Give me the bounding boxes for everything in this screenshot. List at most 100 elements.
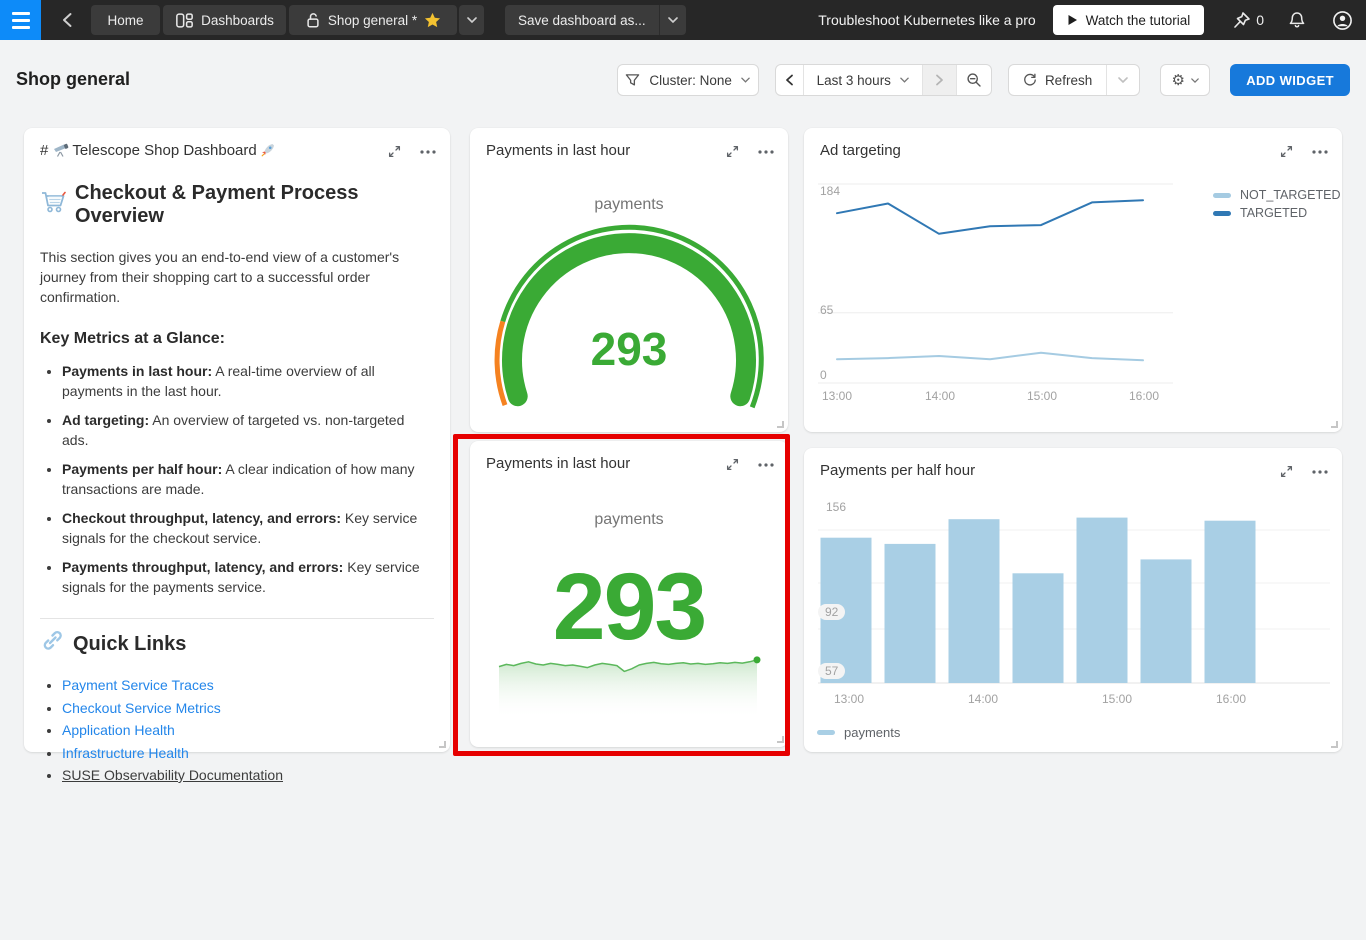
- legend-item-payments[interactable]: payments: [817, 725, 900, 740]
- link-suse-observability-docs[interactable]: SUSE Observability Documentation: [62, 767, 283, 783]
- x-axis-tick: 15:00: [1027, 389, 1057, 403]
- link-application-health[interactable]: Application Health: [62, 722, 175, 738]
- cluster-filter-button[interactable]: Cluster: None: [617, 64, 759, 96]
- legend-item-not-targeted[interactable]: NOT_TARGETED: [1213, 188, 1340, 202]
- watch-tutorial-button[interactable]: Watch the tutorial: [1053, 5, 1205, 35]
- refresh-interval-button[interactable]: [1106, 65, 1139, 95]
- gear-icon: ⚙: [1171, 73, 1184, 88]
- tab-shop-general[interactable]: Shop general *: [289, 5, 457, 35]
- resize-handle[interactable]: [439, 741, 446, 748]
- top-navbar: Home Dashboards Shop general *: [0, 0, 1366, 40]
- chevron-down-icon: [668, 17, 678, 23]
- list-item: Ad targeting: An overview of targeted vs…: [62, 410, 434, 450]
- quick-links-list: Payment Service Traces Checkout Service …: [62, 674, 434, 787]
- dashboards-icon: [175, 12, 194, 29]
- x-axis-tick: 13:00: [822, 389, 852, 403]
- pin-icon: [1232, 11, 1251, 30]
- rocket-icon: [261, 142, 275, 159]
- save-dashboard-button[interactable]: Save dashboard as...: [505, 5, 659, 35]
- arrow-left-icon: [58, 10, 78, 30]
- tab-overflow-button[interactable]: [459, 5, 484, 35]
- chevron-down-icon: [467, 17, 477, 23]
- watch-tutorial-label: Watch the tutorial: [1086, 13, 1191, 28]
- refresh-button[interactable]: Refresh: [1009, 65, 1106, 95]
- widget-title: # Telescope Shop Dashboard: [40, 142, 275, 159]
- expand-widget-button[interactable]: [385, 142, 404, 161]
- time-range-label: Last 3 hours: [817, 73, 891, 88]
- ellipsis-icon: [420, 150, 436, 154]
- resize-handle[interactable]: [777, 736, 784, 743]
- payments-sparkline-chart: [470, 441, 788, 747]
- payments-bar-chart: [804, 448, 1342, 752]
- time-back-button[interactable]: [776, 65, 803, 95]
- time-forward-button[interactable]: [922, 65, 956, 95]
- back-button[interactable]: [53, 5, 83, 35]
- cluster-filter-label: Cluster: None: [649, 73, 732, 88]
- play-icon: [1067, 14, 1078, 26]
- link-payment-service-traces[interactable]: Payment Service Traces: [62, 677, 214, 693]
- divider: [40, 618, 434, 619]
- widget-menu-button[interactable]: [418, 148, 438, 156]
- pinned-views-button[interactable]: 0: [1232, 11, 1264, 30]
- payments-per-half-hour-widget: Payments per half hour 156 92 57 13:00 1…: [804, 448, 1342, 752]
- markdown-content: Checkout & Payment Process Overview This…: [40, 172, 434, 787]
- legend-item-targeted[interactable]: TARGETED: [1213, 206, 1307, 220]
- resize-handle[interactable]: [1331, 741, 1338, 748]
- metrics-list: Payments in last hour: A real-time overv…: [62, 361, 434, 597]
- dashboard-settings-button[interactable]: ⚙: [1160, 64, 1210, 96]
- resize-handle[interactable]: [1331, 421, 1338, 428]
- legend-swatch: [1213, 193, 1231, 198]
- x-axis-tick: 16:00: [1129, 389, 1159, 403]
- payments-gauge-chart: [470, 128, 788, 432]
- save-dashboard-label: Save dashboard as...: [518, 13, 646, 28]
- x-axis-tick: 14:00: [925, 389, 955, 403]
- chevron-down-icon: [1191, 78, 1199, 83]
- list-item: Payment Service Traces: [62, 674, 434, 697]
- tab-dashboards[interactable]: Dashboards: [163, 5, 286, 35]
- x-axis-tick: 14:00: [968, 692, 998, 706]
- legend-swatch: [817, 730, 835, 735]
- pin-count: 0: [1256, 12, 1264, 28]
- ad-targeting-chart: [804, 128, 1342, 432]
- link-checkout-service-metrics[interactable]: Checkout Service Metrics: [62, 700, 221, 716]
- star-icon[interactable]: [424, 12, 441, 28]
- filter-icon: [625, 73, 640, 87]
- y-axis-tick: 92: [818, 604, 845, 620]
- time-range-control: Last 3 hours: [775, 64, 992, 96]
- zoom-out-time-button[interactable]: [956, 65, 991, 95]
- x-axis-tick: 16:00: [1216, 692, 1246, 706]
- x-axis-tick: 15:00: [1102, 692, 1132, 706]
- save-dashboard-menu-button[interactable]: [659, 5, 686, 35]
- refresh-icon: [1023, 73, 1037, 87]
- y-axis-tick: 57: [818, 663, 845, 679]
- menu-button[interactable]: [0, 0, 41, 40]
- refresh-control: Refresh: [1008, 64, 1140, 96]
- legend-swatch: [1213, 211, 1231, 216]
- add-widget-button[interactable]: ADD WIDGET: [1230, 64, 1350, 96]
- y-axis-tick: 156: [826, 500, 846, 514]
- section-heading: Checkout & Payment Process Overview: [40, 182, 434, 228]
- tab-shop-general-label: Shop general *: [328, 13, 417, 28]
- markdown-widget: # Telescope Shop Dashboard: [24, 128, 450, 752]
- tab-home[interactable]: Home: [91, 5, 160, 35]
- zoom-out-icon: [966, 72, 982, 88]
- user-menu-button[interactable]: [1332, 10, 1353, 31]
- payments-number-widget: Payments in last hour payments 293: [470, 441, 788, 747]
- resize-handle[interactable]: [777, 421, 784, 428]
- x-axis-tick: 13:00: [834, 692, 864, 706]
- notifications-button[interactable]: [1288, 11, 1306, 30]
- time-range-button[interactable]: Last 3 hours: [803, 65, 922, 95]
- avatar: [1332, 10, 1353, 31]
- dashboard-toolbar: Cluster: None Last 3 hours: [617, 64, 1350, 96]
- chevron-down-icon: [1118, 77, 1128, 83]
- hamburger-icon: [12, 12, 30, 15]
- promo-text: Troubleshoot Kubernetes like a pro: [818, 12, 1035, 28]
- y-axis-tick: 65: [820, 303, 833, 317]
- telescope-icon: [53, 142, 73, 159]
- gauge-value: 293: [470, 322, 788, 376]
- link-infrastructure-health[interactable]: Infrastructure Health: [62, 745, 189, 761]
- list-item: Payments per half hour: A clear indicati…: [62, 459, 434, 499]
- chevron-down-icon: [900, 77, 909, 83]
- bell-icon: [1288, 11, 1306, 30]
- navbar-right: Troubleshoot Kubernetes like a pro Watch…: [818, 0, 1366, 40]
